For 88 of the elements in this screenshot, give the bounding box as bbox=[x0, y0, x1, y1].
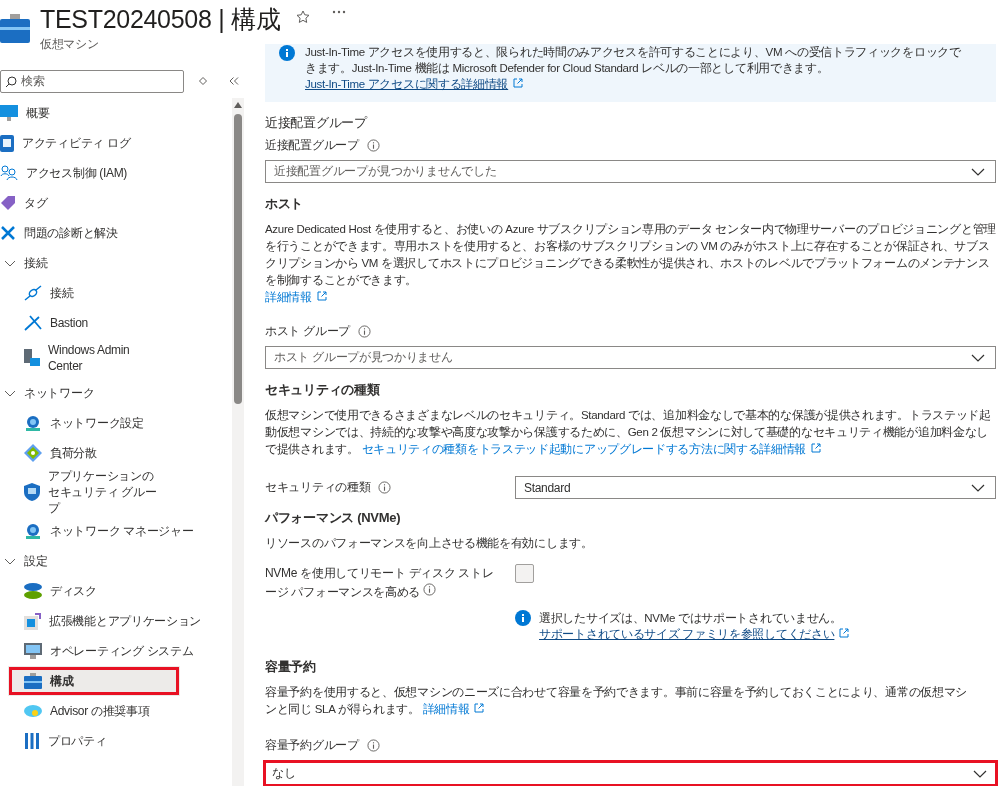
info-icon bbox=[515, 610, 531, 626]
section-heading: セキュリティの種類 bbox=[265, 381, 381, 399]
nav-item[interactable]: 問題の診断と解決 bbox=[0, 218, 232, 248]
nav-item[interactable]: 概要 bbox=[0, 98, 232, 128]
info-icon[interactable] bbox=[378, 481, 392, 494]
star-icon bbox=[296, 10, 311, 24]
nav-item[interactable]: プロパティ bbox=[0, 726, 232, 756]
info-icon bbox=[279, 45, 295, 61]
section-heading: 容量予約 bbox=[265, 658, 317, 676]
diamond-icon bbox=[198, 77, 207, 85]
monitor-icon bbox=[24, 643, 42, 659]
section-description: 仮想マシンで使用できるさまざまなレベルのセキュリティ。Standard では、追加料金なしで基本的な保護が提供されます。トラステッド起動仮想マシンでは、持続的な攻撃や高度な攻撃から保護するために、Gen 2 仮想マシンに対して基礎的なセキュリティ機能が追加料金なしで提供されます。 セキュリティの種類をトラステッド起動にアップグレードする方法に関する詳細情報 bbox=[265, 408, 992, 457]
nav-item[interactable]: Bastion bbox=[0, 308, 232, 338]
nav-item[interactable]: 構成 bbox=[8, 666, 180, 696]
details-link[interactable]: 詳細情報 bbox=[422, 703, 470, 715]
globe-icon bbox=[24, 415, 42, 431]
nav-item[interactable]: Windows Admin Center bbox=[0, 338, 232, 378]
nav-item[interactable]: オペレーティング システム bbox=[0, 636, 232, 666]
section-heading: 近接配置グループ bbox=[265, 114, 369, 132]
page-subtitle: 仮想マシン bbox=[40, 36, 100, 53]
search-field[interactable]: 検索 bbox=[0, 69, 184, 93]
field-label: NVMe を使用してリモート ディスク ストレージ パフォーマンスを高める bbox=[265, 565, 495, 601]
disk-icon bbox=[24, 583, 42, 599]
chevron-down-icon bbox=[971, 167, 985, 176]
nav-item[interactable]: 拡張機能とアプリケーション bbox=[0, 606, 232, 636]
section-heading: パフォーマンス (NVMe) bbox=[265, 509, 402, 527]
section-description: 容量予約を使用すると、仮想マシンのニーズに合わせて容量を予約できます。事前に容量を予約しておくことにより、通常の仮想マシンと同じ SLA が得られます。 詳細情報 bbox=[265, 685, 968, 717]
field-label: 近接配置グループ bbox=[265, 137, 359, 154]
info-icon[interactable] bbox=[423, 583, 437, 596]
info-icon[interactable] bbox=[366, 139, 380, 152]
external-link-icon bbox=[316, 291, 327, 301]
search-icon bbox=[5, 75, 17, 88]
page-title: TEST20240508 | 構成 bbox=[40, 4, 281, 34]
section-description: Azure Dedicated Host を使用すると、お使いの Azure サブスクリプション専用のデータ センター内で物理サーバーのプロビジョニングと管理を行うことができます。専用ホストを使用すると、お客様のサブスクリプションの VM のみがホスト上に存在することが保証され、サブスクリプションから VM を選択してホストにプロビジョニングできる柔軟性が提供され、ホストのレベルでプラットフォームのメンテナンスを制御することができます。 詳細情報 bbox=[265, 222, 996, 305]
field-label: 容量予約グループ bbox=[265, 737, 359, 754]
nav-group[interactable]: 設定 bbox=[0, 546, 232, 576]
chevron-down-icon bbox=[971, 483, 985, 492]
scroll-up-icon[interactable] bbox=[234, 102, 242, 108]
scroll-thumb[interactable] bbox=[234, 114, 242, 404]
nav-group[interactable]: ネットワーク bbox=[0, 378, 232, 408]
external-link-icon bbox=[839, 628, 850, 638]
monitor-icon bbox=[0, 105, 18, 121]
globe-icon bbox=[24, 523, 42, 539]
cloud-icon bbox=[24, 703, 42, 719]
log-icon bbox=[0, 134, 14, 152]
nav-item[interactable]: Advisor の推奨事項 bbox=[0, 696, 232, 726]
external-link-icon bbox=[474, 703, 485, 713]
shield-icon bbox=[24, 483, 40, 501]
details-link[interactable]: 詳細情報 bbox=[265, 291, 312, 303]
info-icon[interactable] bbox=[366, 739, 380, 752]
extension-icon bbox=[24, 612, 41, 630]
nav-item[interactable]: ネットワーク設定 bbox=[0, 408, 232, 438]
details-link[interactable]: セキュリティの種類をトラステッド起動にアップグレードする方法に関する詳細情報 bbox=[361, 443, 807, 455]
double-chevron-left-icon bbox=[228, 77, 239, 85]
nav-item[interactable]: ネットワーク マネージャー bbox=[0, 516, 232, 546]
nav-item[interactable]: タグ bbox=[0, 188, 232, 218]
diamond-icon bbox=[24, 444, 42, 462]
support-link[interactable]: サポートされているサイズ ファミリを参照してください bbox=[539, 628, 835, 640]
details-link[interactable]: Just-In-Time アクセスに関する詳細情報 bbox=[305, 78, 509, 90]
dropdown[interactable]: なし bbox=[263, 760, 998, 786]
field-label: ホスト グループ bbox=[265, 323, 350, 340]
checkbox[interactable] bbox=[515, 564, 534, 583]
section-description: リソースのパフォーマンスを向上させる機能を有効にします。 bbox=[265, 536, 594, 551]
nav-item[interactable]: 接続 bbox=[0, 278, 232, 308]
chevron-down-icon bbox=[971, 353, 985, 362]
nav-group[interactable]: 接続 bbox=[0, 248, 232, 278]
external-link-icon bbox=[513, 78, 524, 88]
nav-item[interactable]: アクティビティ ログ bbox=[0, 128, 232, 158]
nav-item[interactable]: アプリケーションのセキュリティ グループ bbox=[0, 468, 232, 516]
nav-item[interactable]: アクセス制御 (IAM) bbox=[0, 158, 232, 188]
tag-icon bbox=[0, 195, 16, 211]
more-icon bbox=[332, 10, 347, 14]
dropdown[interactable]: Standard bbox=[515, 476, 996, 499]
banner-text: Just-In-Time アクセスを使用すると、限られた時間のみアクセスを許可することにより、VM への受信トラフィックをロックできます。Just-In-Time 機能は Microsoft Defender for Cloud Standard レベルの一部として利用できます。 Just-In-Time アクセスに関する詳細情報 bbox=[305, 45, 962, 92]
external-link-icon bbox=[811, 443, 822, 453]
briefcase-icon bbox=[0, 14, 30, 44]
notice-text: 選択したサイズは、NVMe ではサポートされていません。 サポートされているサイズ ファミリを参照してください bbox=[539, 610, 850, 642]
info-icon[interactable] bbox=[357, 325, 371, 338]
field-label: セキュリティの種類 bbox=[265, 479, 371, 496]
nav-item[interactable]: 負荷分散 bbox=[0, 438, 232, 468]
section-heading: ホスト bbox=[265, 195, 305, 213]
bars-icon bbox=[24, 733, 40, 749]
briefcase-icon bbox=[24, 673, 42, 689]
chevron-down-icon bbox=[973, 769, 987, 778]
server-icon bbox=[24, 349, 40, 367]
nav-item[interactable]: ディスク bbox=[0, 576, 232, 606]
people-icon bbox=[0, 165, 18, 181]
scrollbar[interactable] bbox=[232, 98, 244, 786]
